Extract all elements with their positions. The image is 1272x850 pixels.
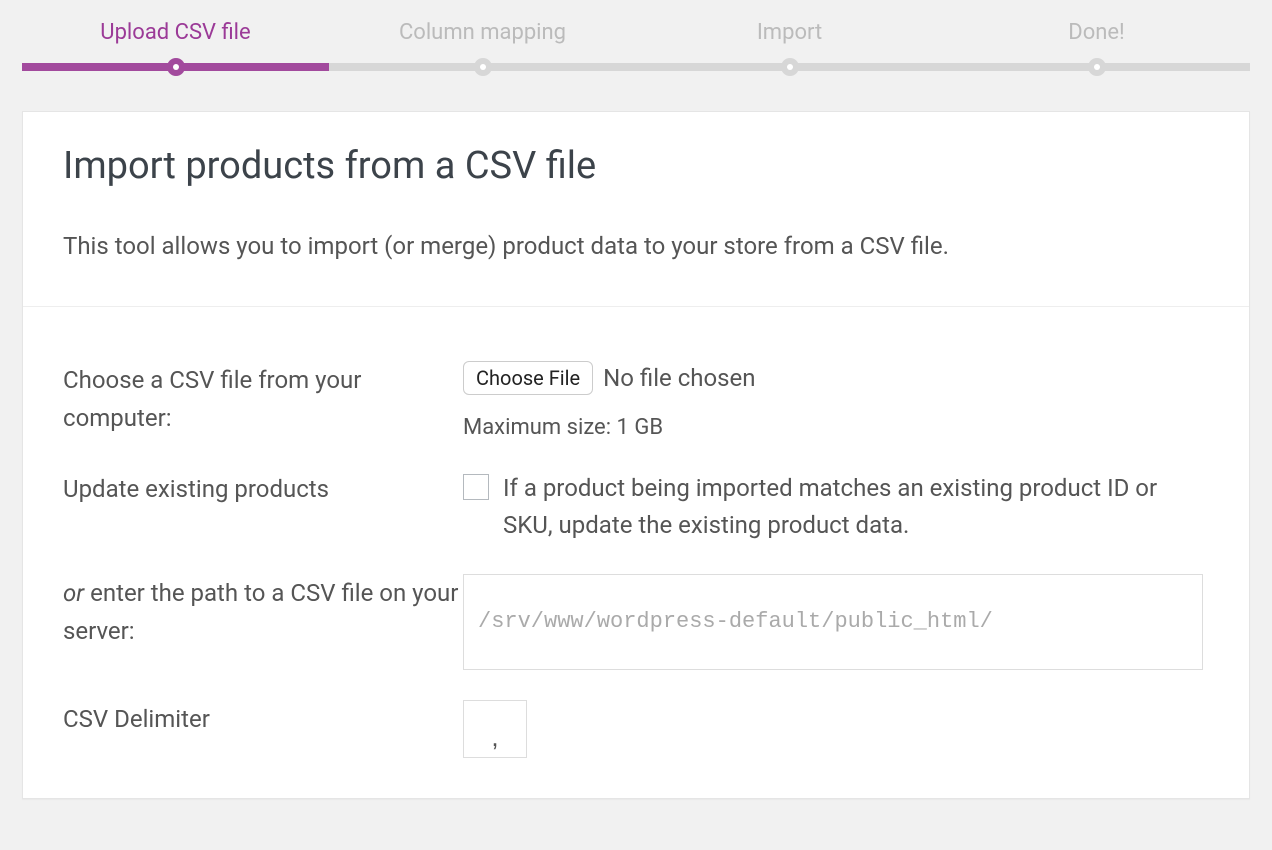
update-existing-label: Update existing products	[63, 470, 463, 508]
step-column-mapping: Column mapping	[329, 20, 636, 45]
choose-file-label: Choose a CSV file from your computer:	[63, 361, 463, 438]
server-path-label: or enter the path to a CSV file on your …	[63, 574, 463, 651]
page-description: This tool allows you to import (or merge…	[63, 230, 1209, 264]
page-title: Import products from a CSV file	[63, 144, 1209, 188]
server-path-input[interactable]	[463, 574, 1203, 670]
server-path-label-rest: enter the path to a CSV file on your ser…	[63, 579, 458, 645]
or-text: or	[63, 579, 84, 607]
step-done: Done!	[943, 20, 1250, 45]
max-size-text: Maximum size: 1 GB	[463, 415, 1209, 440]
progress-stepper: Upload CSV file Column mapping Import Do…	[0, 0, 1272, 71]
progress-bar	[22, 63, 1250, 71]
choose-file-button[interactable]: Choose File	[463, 361, 593, 395]
progress-dot-4	[1088, 58, 1106, 76]
card-header: Import products from a CSV file This too…	[23, 112, 1249, 307]
row-csv-delimiter: CSV Delimiter	[63, 700, 1209, 758]
step-import: Import	[636, 20, 943, 45]
row-choose-file: Choose a CSV file from your computer: Ch…	[63, 361, 1209, 440]
step-upload: Upload CSV file	[22, 20, 329, 45]
no-file-text: No file chosen	[603, 364, 755, 392]
update-existing-description: If a product being imported matches an e…	[503, 470, 1209, 544]
progress-dot-2	[474, 58, 492, 76]
progress-dot-1	[167, 58, 185, 76]
progress-dot-3	[781, 58, 799, 76]
card-body: Choose a CSV file from your computer: Ch…	[23, 307, 1249, 798]
import-card: Import products from a CSV file This too…	[22, 111, 1250, 799]
row-update-existing: Update existing products If a product be…	[63, 470, 1209, 544]
row-server-path: or enter the path to a CSV file on your …	[63, 574, 1209, 670]
update-existing-checkbox[interactable]	[463, 474, 489, 500]
csv-delimiter-label: CSV Delimiter	[63, 700, 463, 738]
csv-delimiter-input[interactable]	[463, 700, 527, 758]
